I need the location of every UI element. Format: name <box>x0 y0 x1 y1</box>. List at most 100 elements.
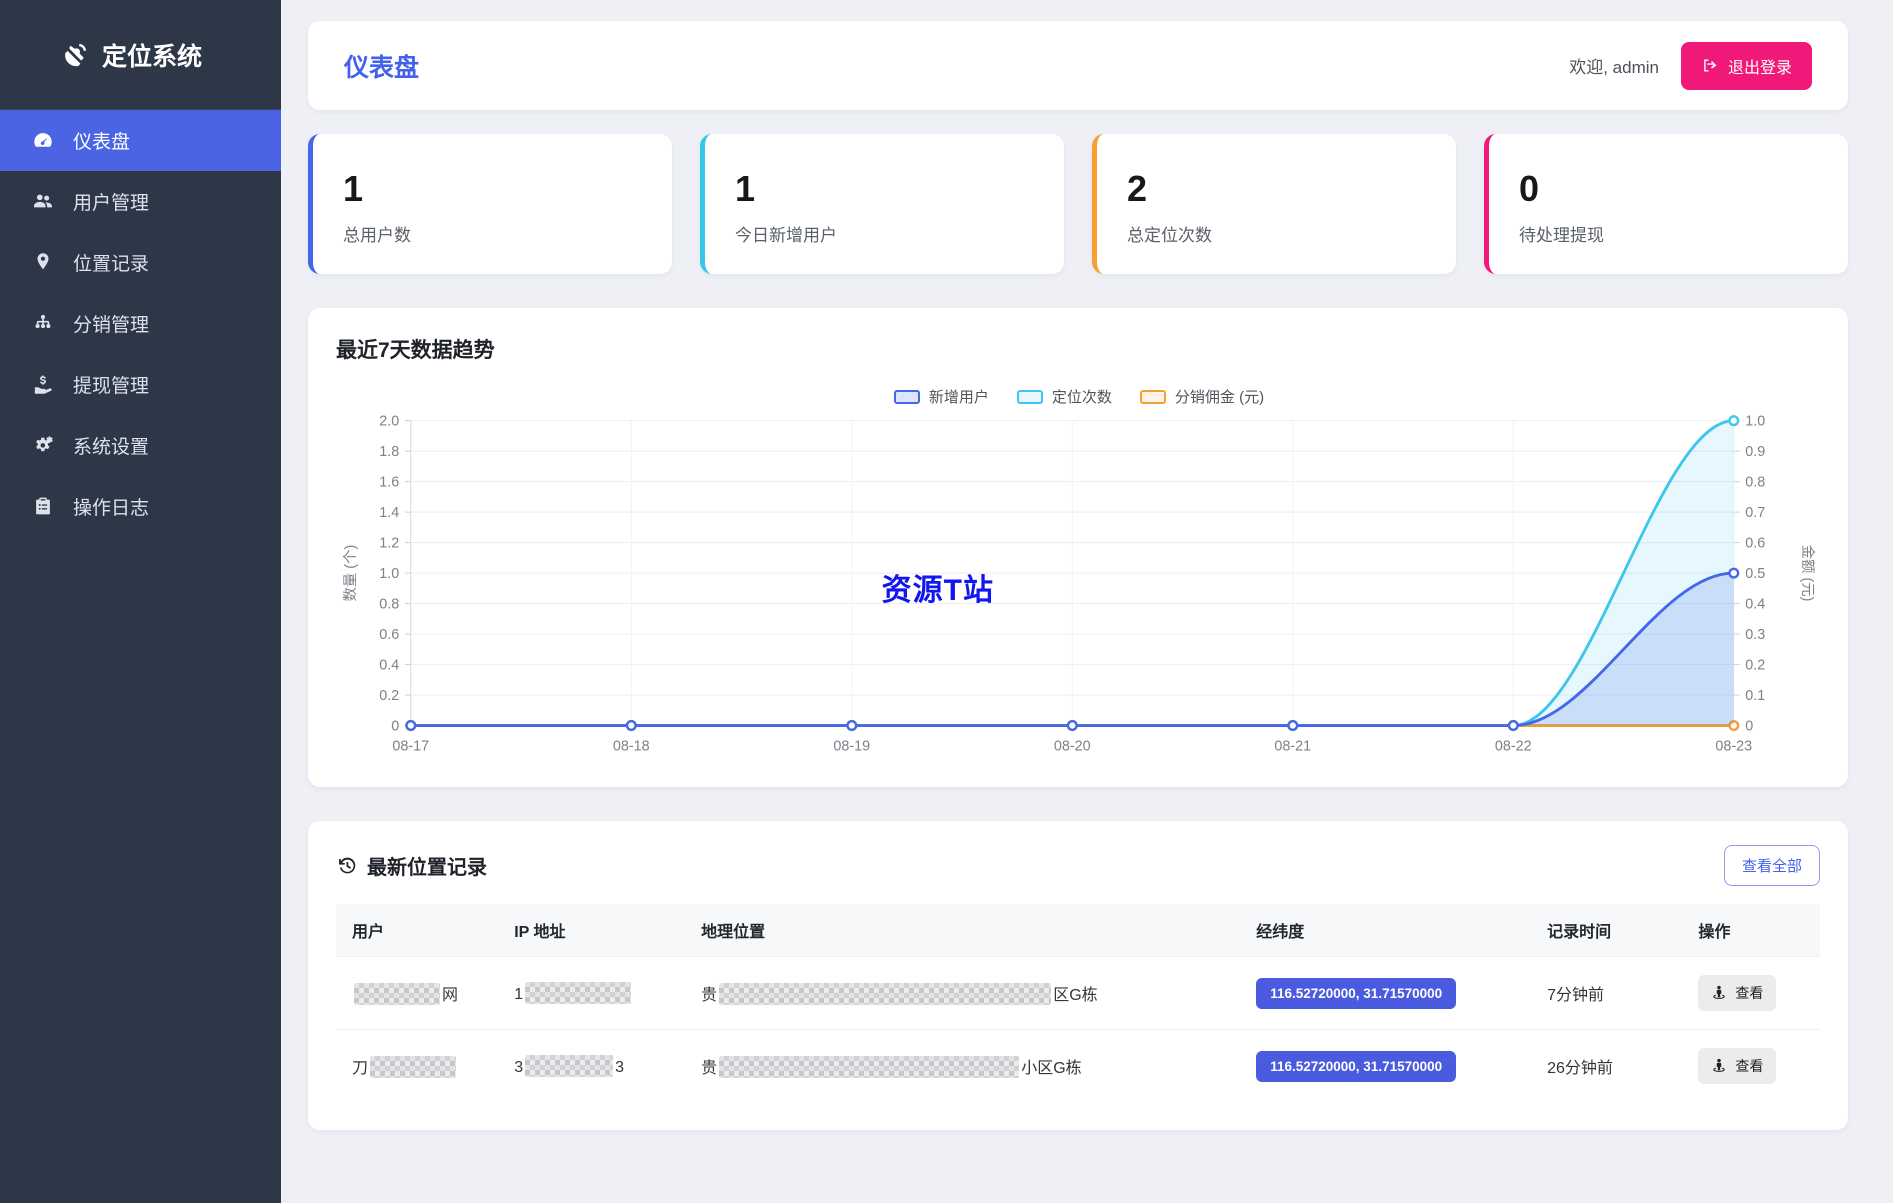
column-header: 经纬度 <box>1256 924 1305 941</box>
users-icon <box>32 190 56 214</box>
masked-text <box>525 982 632 1004</box>
view-button[interactable]: 查看 <box>1698 975 1777 1011</box>
view-button-label: 查看 <box>1735 985 1764 1001</box>
stat-label: 待处理提现 <box>1519 226 1604 245</box>
sidebar-item-label: 用户管理 <box>73 193 150 214</box>
stat-card: 1 今日新增用户 <box>700 134 1064 274</box>
masked-text <box>370 1056 457 1078</box>
topbar-right: 欢迎, admin 退出登录 <box>1569 41 1812 90</box>
cell-text: 1 <box>514 986 524 1003</box>
svg-text:0.5: 0.5 <box>1745 566 1765 582</box>
stat-card: 0 待处理提现 <box>1484 134 1848 274</box>
topbar: 仪表盘 欢迎, admin 退出登录 <box>308 21 1848 110</box>
trend-chart-card: 最近7天数据趋势 新增用户 定位次数 分销佣金 (元) 0 0.2 0.4 0.6 0.8 1… <box>308 308 1848 787</box>
column-header: IP 地址 <box>514 924 566 941</box>
coords-badge: 116.52720000, 31.71570000 <box>1256 977 1457 1009</box>
sidebar-item-logs[interactable]: 操作日志 <box>0 476 281 537</box>
coords-badge: 116.52720000, 31.71570000 <box>1256 1050 1457 1082</box>
records-table: 用户 IP 地址 地理位置 经纬度 记录时间 操作 网 1 贵 区G栋 116.52720000,… <box>336 904 1820 1102</box>
svg-text:1.4: 1.4 <box>379 505 399 521</box>
ip-cell: 1 <box>502 956 690 1030</box>
svg-text:0.7: 0.7 <box>1745 505 1765 521</box>
chart-title: 最近7天数据趋势 <box>336 339 495 362</box>
satellite-dish-icon <box>65 43 87 67</box>
svg-text:1.0: 1.0 <box>1745 413 1765 429</box>
view-all-button[interactable]: 查看全部 <box>1723 845 1820 886</box>
time-cell: 26分钟前 <box>1535 1029 1687 1102</box>
masked-text <box>719 1056 1020 1078</box>
cell-text: 刀 <box>352 1060 369 1077</box>
stat-value: 1 <box>735 168 756 209</box>
stats-row: 1 总用户数 1 今日新增用户 2 总定位次数 0 待处理提现 <box>308 134 1848 274</box>
cell-text: 贵 <box>701 987 718 1004</box>
svg-text:0.6: 0.6 <box>379 627 399 643</box>
location-cell: 贵 区G栋 <box>689 956 1245 1030</box>
masked-text <box>354 983 440 1005</box>
svg-text:08-18: 08-18 <box>613 738 650 754</box>
hand-dollar-icon <box>32 373 56 397</box>
svg-text:1.2: 1.2 <box>379 535 399 551</box>
legend-swatch <box>1139 389 1166 404</box>
column-header: 记录时间 <box>1547 924 1612 941</box>
svg-text:1.8: 1.8 <box>379 444 399 460</box>
stat-label: 总用户数 <box>343 226 411 245</box>
stat-value: 2 <box>1127 168 1148 209</box>
sidebar-item-label: 系统设置 <box>73 437 150 458</box>
legend-item[interactable]: 新增用户 <box>893 386 989 407</box>
svg-text:08-19: 08-19 <box>833 738 870 754</box>
welcome-text: 欢迎, admin <box>1569 58 1659 77</box>
sidebar-item-label: 仪表盘 <box>73 132 131 153</box>
svg-text:0.9: 0.9 <box>1745 444 1765 460</box>
sidebar: 定位系统 仪表盘用户管理位置记录分销管理提现管理系统设置操作日志 <box>0 0 281 1203</box>
cell-text: 小区G栋 <box>1021 1060 1082 1077</box>
sidebar-item-users[interactable]: 用户管理 <box>0 171 281 232</box>
stat-label: 总定位次数 <box>1127 226 1212 245</box>
watermark: 资源T站 <box>881 573 994 607</box>
svg-text:08-17: 08-17 <box>392 738 429 754</box>
sidebar-item-label: 操作日志 <box>73 498 150 519</box>
user-cell: 网 <box>336 956 503 1030</box>
svg-text:1.6: 1.6 <box>379 474 399 490</box>
svg-text:0.6: 0.6 <box>1745 535 1765 551</box>
sidebar-item-dashboard[interactable]: 仪表盘 <box>0 110 281 171</box>
view-button[interactable]: 查看 <box>1698 1048 1777 1084</box>
cell-text: 贵 <box>701 1060 718 1077</box>
sidebar-item-label: 位置记录 <box>73 254 150 275</box>
stat-value: 0 <box>1519 168 1540 209</box>
table-row: 网 1 贵 区G栋 116.52720000, 31.71570000 7分钟前 查看 <box>336 956 1820 1030</box>
chart-legend: 新增用户 定位次数 分销佣金 (元) <box>336 386 1822 407</box>
history-icon <box>339 857 356 874</box>
sidebar-item-distribution[interactable]: 分销管理 <box>0 293 281 354</box>
svg-text:0.8: 0.8 <box>1745 474 1765 490</box>
svg-text:金额 (元): 金额 (元) <box>1799 545 1816 602</box>
legend-item[interactable]: 定位次数 <box>1016 386 1112 407</box>
trend-chart: 0 0.2 0.4 0.6 0.8 1.0 1.2 1.4 1.6 1.8 2.0 0 0.1 0.2 0.… <box>342 413 1816 754</box>
legend-label: 定位次数 <box>1051 389 1112 406</box>
records-title: 最新位置记录 <box>336 851 487 880</box>
svg-text:08-23: 08-23 <box>1715 738 1752 754</box>
main-content: 仪表盘 欢迎, admin 退出登录 1 总用户数 1 今日新增用户 2 总定位次数 0 待处… <box>281 0 1893 1203</box>
sidebar-item-settings[interactable]: 系统设置 <box>0 415 281 476</box>
sidebar-item-withdraw[interactable]: 提现管理 <box>0 354 281 415</box>
app-logo-text: 定位系统 <box>102 42 203 71</box>
legend-swatch <box>1016 389 1043 404</box>
sidebar-item-label: 提现管理 <box>73 376 150 397</box>
sidebar-item-label: 分销管理 <box>73 315 150 336</box>
clipboard-icon <box>32 495 56 519</box>
app-logo: 定位系统 <box>0 0 281 110</box>
legend-label: 新增用户 <box>928 389 989 406</box>
svg-text:0: 0 <box>1745 718 1753 734</box>
svg-text:08-21: 08-21 <box>1274 738 1311 754</box>
sitemap-icon <box>32 312 56 336</box>
street-view-icon <box>1711 984 1727 1003</box>
sign-out-icon <box>1704 59 1717 72</box>
stat-card: 1 总用户数 <box>308 134 672 274</box>
sidebar-menu: 仪表盘用户管理位置记录分销管理提现管理系统设置操作日志 <box>0 110 281 537</box>
logout-button[interactable]: 退出登录 <box>1680 41 1812 90</box>
map-marker-icon <box>32 251 56 275</box>
sidebar-item-locations[interactable]: 位置记录 <box>0 232 281 293</box>
latest-records-card: 最新位置记录 查看全部 用户 IP 地址 地理位置 经纬度 记录时间 操作 网 1 贵 区G栋 1… <box>308 821 1848 1130</box>
legend-item[interactable]: 分销佣金 (元) <box>1139 386 1264 407</box>
svg-text:2.0: 2.0 <box>379 413 399 429</box>
svg-text:0.2: 0.2 <box>1745 657 1765 673</box>
